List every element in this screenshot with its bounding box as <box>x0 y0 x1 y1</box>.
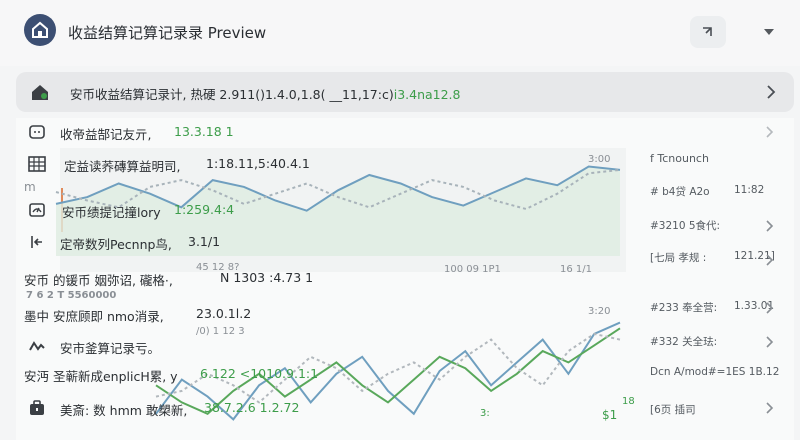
record-value: N 1303 :4.73 1 <box>220 270 314 285</box>
summary-text: 安币收益结算记录计, 热硬 2.911()1.4.0,1.8( __11,17:… <box>70 87 461 102</box>
app-header: 收益结算记算记录录 Preview <box>0 0 800 66</box>
gauge-icon <box>29 203 45 217</box>
dotted-box-icon <box>29 125 45 139</box>
record-value: 6.122 <1010.9.1:1 <box>200 366 319 381</box>
app-logo-icon <box>24 14 56 46</box>
chevron-right-icon[interactable] <box>766 220 774 232</box>
share-icon <box>703 27 712 36</box>
side-item-7[interactable]: [6页 插司 <box>650 402 696 417</box>
record-label: 安市釜算记录亏。 <box>60 341 161 356</box>
record-label: 定益读荞磚算益明司, <box>64 159 181 174</box>
record-value: 1:259.4:4 <box>174 202 235 217</box>
home-icon <box>32 85 48 100</box>
record-row-2[interactable]: 定益读荞磚算益明司, 1:18.11,5:40.4.1 <box>16 154 636 174</box>
side-item-6[interactable]: Dcn A/mod#=1ES 1B.12 <box>650 366 779 378</box>
chevron-right-icon[interactable] <box>766 302 774 314</box>
wave-icon <box>29 341 45 351</box>
record-label: 定帝数列Pecnnp鸟, <box>60 237 172 252</box>
chevron-right-icon[interactable] <box>766 126 774 138</box>
chevron-right-icon[interactable] <box>766 402 774 414</box>
record-label: 收帝益郜记友亓, <box>60 127 152 142</box>
chevron-down-icon <box>764 29 774 35</box>
side-item-2[interactable]: #3210 5食代: <box>650 218 720 233</box>
record-label: 安沔 圣蕲新成enplicH累, y <box>24 369 178 384</box>
dropdown-button[interactable] <box>760 24 778 40</box>
summary-bar[interactable]: 安币收益结算记录计, 热硬 2.911()1.4.0,1.8( __11,17:… <box>16 72 794 112</box>
record-value: 13.3.18 1 <box>174 124 234 139</box>
record-row-1[interactable]: 收帝益郜记友亓, 13.3.18 1 <box>16 122 636 142</box>
record-label: 墨中 安庶顾即 nmo消录, <box>24 309 164 324</box>
record-row-4[interactable]: 定帝数列Pecnnp鸟, 3.1/1 <box>16 232 636 252</box>
chart-tag-upper: m <box>24 180 36 194</box>
side-item-5[interactable]: #332 关全珐: <box>650 334 717 349</box>
record-value: 23.0.1l.2 <box>196 306 252 321</box>
side-item-1[interactable]: # b4贷 A2o 11:82 <box>650 184 764 199</box>
record-row-8[interactable]: 安沔 圣蕲新成enplicH累, y 6.122 <1010.9.1:1 <box>16 364 636 384</box>
record-value: 3.1/1 <box>188 234 221 249</box>
briefcase-icon <box>30 400 44 415</box>
record-row-7[interactable]: 安市釜算记录亏。 <box>16 336 636 356</box>
side-panel-title: f Tcnounch <box>650 152 709 165</box>
chart-tag-lower: 7 6 2 T 5560000 <box>26 290 117 301</box>
side-item-4[interactable]: #233 奉全营: 1.33.01 <box>650 300 774 315</box>
record-row-3[interactable]: 安币绩提记撞lory 1:259.4:4 <box>16 200 636 220</box>
app-title: 收益结算记算记录录 Preview <box>68 24 267 42</box>
record-row-6[interactable]: 墨中 安庶顾即 nmo消录, 23.0.1l.2 <box>16 304 636 324</box>
bracket-arrow-icon <box>31 236 42 248</box>
record-label: 安币 的锾币 姻弥诏, 礲格·, <box>24 273 173 288</box>
record-label: 安币绩提记撞lory <box>62 205 161 220</box>
record-label: 美斎: 数 hmm 敢槊新, <box>60 403 188 418</box>
share-button[interactable] <box>690 16 726 48</box>
chevron-right-icon[interactable] <box>766 254 774 266</box>
record-value: 1:18.11,5:40.4.1 <box>206 156 310 171</box>
chevron-right-icon <box>767 85 776 99</box>
records-panel: 3:00 3:20 m 45 12 8? 100 09 1P1 16 1/1 7… <box>16 118 794 440</box>
grid-table-icon <box>28 156 46 172</box>
chevron-right-icon[interactable] <box>766 336 774 348</box>
record-row-9[interactable]: 美斎: 数 hmm 敢槊新, 38.7.2.6 1.2.72 <box>16 398 636 418</box>
record-value: 38.7.2.6 1.2.72 <box>204 400 300 415</box>
side-item-3[interactable]: [七局 孝规 :121.21] <box>650 250 775 265</box>
record-row-5[interactable]: 安币 的锾币 姻弥诏, 礲格·, N 1303 :4.73 1 <box>16 268 636 288</box>
